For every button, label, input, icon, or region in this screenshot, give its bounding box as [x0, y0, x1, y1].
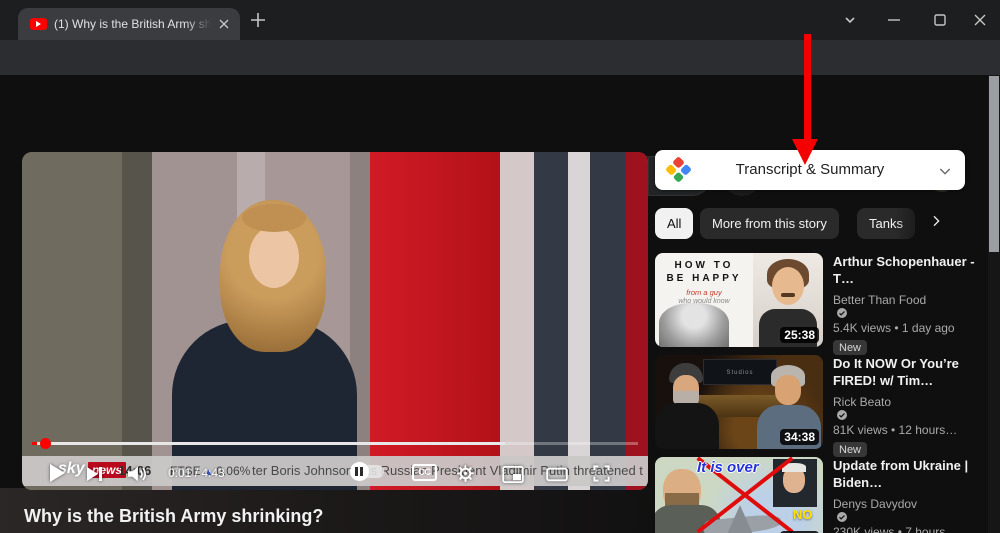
- thumbnail-left-panel: HOW TO BE HAPPY from a guy who would kno…: [655, 253, 753, 347]
- youtube-favicon-icon: [30, 18, 47, 30]
- duration-badge: 25:38: [780, 327, 819, 343]
- miniplayer-icon[interactable]: [502, 466, 524, 483]
- thumb-text: BE HAPPY: [655, 273, 753, 284]
- ticker-headline: ter Boris Johnson ims Russian President …: [252, 463, 648, 478]
- verified-badge-icon: [836, 307, 848, 319]
- thumbnail[interactable]: Studios 34:38: [655, 355, 823, 449]
- seek-bar-played: [32, 442, 37, 445]
- play-button[interactable]: [48, 463, 66, 483]
- right-man-face: [775, 375, 801, 405]
- suggested-title[interactable]: Update from Ukraine | Biden…: [833, 457, 985, 491]
- thumb-text: HOW TO: [655, 260, 753, 271]
- browser-tab[interactable]: (1) Why is the British Army shrink: [18, 8, 240, 40]
- new-badge: New: [833, 442, 867, 457]
- channel-name[interactable]: Better Than Food: [833, 293, 926, 307]
- video-meta: 230K views • 7 hours…: [833, 525, 985, 533]
- new-badge: New: [833, 340, 867, 355]
- channel-row[interactable]: Denys Davydov: [833, 497, 985, 523]
- browser-window: (1) Why is the British Army shrink: [0, 0, 1000, 533]
- window-minimize-button[interactable]: [882, 8, 906, 32]
- page-scrollbar-thumb[interactable]: [989, 76, 999, 252]
- suggested-video-2[interactable]: Studios 34:38 Do It NOW Or You’re FIRED!…: [655, 355, 988, 449]
- thumb-text: It is over: [697, 459, 759, 476]
- schopenhauer-portrait: [659, 303, 729, 347]
- channel-name[interactable]: Denys Davydov: [833, 497, 917, 511]
- studio-tv-screen: Studios: [703, 359, 777, 385]
- left-man-body: [655, 403, 719, 449]
- chip-all[interactable]: All: [655, 208, 693, 239]
- thumb-text: NO: [793, 507, 813, 522]
- autoplay-knob: [350, 462, 369, 481]
- fullscreen-icon[interactable]: [592, 464, 611, 483]
- window-close-button[interactable]: [968, 8, 992, 32]
- volume-icon[interactable]: [126, 465, 148, 483]
- video-meta: 5.4K views • 1 day ago: [833, 321, 985, 335]
- suggested-title[interactable]: Arthur Schopenhauer - T…: [833, 253, 985, 287]
- suggested-title[interactable]: Do It NOW Or You’re FIRED! w/ Tim…: [833, 355, 985, 389]
- theater-mode-icon[interactable]: [546, 466, 568, 483]
- channel-row[interactable]: Better Than Food: [833, 293, 985, 319]
- settings-gear-icon[interactable]: [456, 464, 475, 483]
- video-player[interactable]: sky news 14:06 FTSE ▲ 0.06% ter Boris Jo…: [22, 152, 648, 490]
- seek-bar-buffered: [32, 442, 505, 445]
- channel-row[interactable]: Rick Beato: [833, 395, 985, 421]
- channel-name[interactable]: Rick Beato: [833, 395, 891, 409]
- news-anchor-face: [249, 226, 299, 288]
- time-display: 0:01 / 4:43: [168, 466, 225, 480]
- chevron-down-icon[interactable]: [937, 163, 953, 179]
- next-video-icon[interactable]: [86, 465, 103, 483]
- suggested-video-3[interactable]: It is over NO 14:27 Update from Ukraine …: [655, 457, 988, 533]
- presenter-mustache: [781, 293, 795, 297]
- thumb-text: from a guy: [655, 288, 753, 297]
- seek-bar[interactable]: [32, 442, 638, 445]
- browser-titlebar: (1) Why is the British Army shrink: [0, 0, 1000, 40]
- tab-search-icon[interactable]: [838, 8, 862, 32]
- tab-title-fade: [186, 10, 216, 38]
- new-tab-button[interactable]: [250, 12, 266, 28]
- tab-close-icon[interactable]: [216, 16, 232, 32]
- captions-button[interactable]: CC: [412, 464, 437, 481]
- duration-badge: 34:38: [780, 429, 819, 445]
- autoplay-toggle[interactable]: [352, 465, 384, 478]
- chips-next-icon[interactable]: [928, 213, 944, 229]
- youtube-masthead: Premium IN 1: [0, 75, 1000, 127]
- chip-more-from-this-story[interactable]: More from this story: [700, 208, 839, 239]
- annotation-arrow-line: [804, 34, 811, 140]
- video-title: Why is the British Army shrinking?: [24, 506, 323, 527]
- verified-badge-icon: [836, 409, 848, 421]
- verified-badge-icon: [836, 511, 848, 523]
- news-anchor-fringe: [242, 204, 306, 232]
- browser-toolbar: youtube.com/watch?v=K06EP8ZeP5g&ab_chann…: [0, 40, 1000, 75]
- suggested-video-1[interactable]: HOW TO BE HAPPY from a guy who would kno…: [655, 253, 988, 347]
- thumbnail[interactable]: HOW TO BE HAPPY from a guy who would kno…: [655, 253, 823, 347]
- annotation-arrow-head: [792, 139, 818, 165]
- presenter-face: [772, 267, 804, 305]
- window-maximize-button[interactable]: [928, 8, 952, 32]
- thumbnail[interactable]: It is over NO 14:27: [655, 457, 823, 533]
- seek-bar-handle[interactable]: [40, 438, 51, 449]
- video-meta: 81K views • 12 hours…: [833, 423, 985, 437]
